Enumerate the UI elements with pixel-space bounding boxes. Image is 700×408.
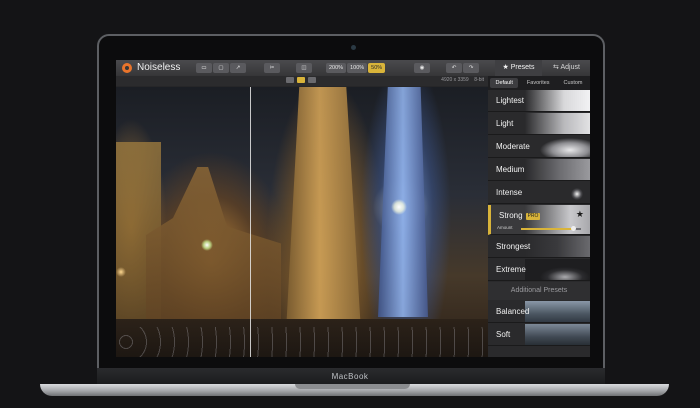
pro-badge: PRO	[525, 213, 541, 220]
preset-thumbnail	[525, 324, 590, 345]
app-window: Noiseless ▭ ▢ ↗ ✂ ◫ 200% 100% 50% ◉ ↶ ↷ …	[116, 60, 590, 357]
preset-label: Lightest	[496, 96, 525, 105]
camera-icon	[351, 45, 356, 50]
image-bit-depth: 8-bit	[474, 77, 484, 83]
image-dimensions: 4920 x 3359	[441, 77, 469, 83]
photo-streetlight	[201, 239, 213, 251]
crop-tool-icon[interactable]: ✂	[264, 63, 280, 73]
preset-thumbnail	[525, 182, 590, 203]
single-view-icon[interactable]	[286, 77, 294, 83]
preset-thumbnail	[525, 159, 590, 180]
device-brand-label: MacBook	[331, 372, 369, 381]
app-logo-icon	[122, 63, 132, 73]
preset-label: Strong PRO	[499, 211, 541, 220]
photo-church	[146, 167, 281, 337]
preset-intense[interactable]: Intense	[488, 182, 590, 204]
preset-category-tabs: Default Favorites Custom	[488, 76, 590, 90]
amount-slider-fill	[521, 228, 574, 230]
zoom-button-group: 200% 100% 50%	[326, 63, 386, 73]
redo-icon[interactable]: ↷	[463, 63, 479, 73]
split-view-icon[interactable]: ◫	[296, 63, 312, 73]
eye-icon[interactable]: ◉	[414, 63, 430, 73]
history-button-group: ↶ ↷	[446, 63, 479, 73]
image-info: 4920 x 3359 8-bit	[441, 77, 484, 83]
preset-label-text: Strong	[499, 211, 523, 220]
preset-soft[interactable]: Soft	[488, 324, 590, 346]
presets-tab[interactable]: ★ Presets	[495, 60, 542, 76]
compare-button-group: ◫	[296, 63, 312, 73]
tab-favorites[interactable]: Favorites	[522, 78, 555, 88]
preset-label: Soft	[496, 330, 511, 339]
zoom-50-button[interactable]: 50%	[368, 63, 386, 73]
additional-presets-header: Additional Presets	[488, 282, 590, 300]
amount-slider-handle[interactable]	[571, 226, 577, 231]
preset-thumbnail	[525, 136, 590, 157]
preset-thumbnail	[525, 259, 590, 280]
amount-label: Amount	[497, 225, 513, 230]
preset-extreme[interactable]: Extreme	[488, 259, 590, 281]
file-button-group: ▭ ▢ ↗	[196, 63, 246, 73]
preset-balanced[interactable]: Balanced	[488, 301, 590, 323]
tools-button-group: ✂	[264, 63, 280, 73]
preset-thumbnail	[525, 236, 590, 257]
photo-tower-main	[286, 87, 361, 332]
presets-panel: Default Favorites Custom Lightest Light …	[488, 76, 590, 357]
side-by-side-view-icon[interactable]	[308, 77, 316, 83]
preset-light[interactable]: Light	[488, 113, 590, 135]
preset-thumbnail	[525, 90, 590, 111]
tab-default[interactable]: Default	[490, 78, 518, 88]
preset-strongest[interactable]: Strongest	[488, 236, 590, 258]
preset-label: Strongest	[496, 242, 531, 251]
preset-label: Intense	[496, 188, 523, 197]
preset-label: Moderate	[496, 142, 530, 151]
laptop-notch	[295, 384, 410, 389]
preset-strong[interactable]: Strong PRO ★ Amount	[488, 205, 590, 235]
preset-thumbnail	[525, 301, 590, 322]
undo-icon[interactable]: ↶	[446, 63, 462, 73]
open-folder-icon[interactable]: ▭	[196, 63, 212, 73]
preset-lightest[interactable]: Lightest	[488, 90, 590, 112]
preset-label: Balanced	[496, 307, 530, 316]
amount-slider-row: Amount	[497, 225, 587, 232]
toolbar: Noiseless ▭ ▢ ↗ ✂ ◫ 200% 100% 50% ◉ ↶ ↷ …	[116, 60, 590, 76]
adjust-tab[interactable]: ⇆ Adjust	[543, 60, 590, 76]
tab-custom[interactable]: Custom	[559, 78, 588, 88]
amount-slider-track[interactable]	[521, 226, 581, 231]
preview-button-group: ◉	[414, 63, 430, 73]
export-icon[interactable]: ↗	[230, 63, 246, 73]
preset-label: Medium	[496, 165, 525, 174]
zoom-100-button[interactable]: 100%	[347, 63, 368, 73]
photo-bicycles	[116, 327, 488, 357]
photo-streetlight	[116, 267, 126, 277]
browse-icon[interactable]: ▢	[213, 63, 229, 73]
photo-streetlight	[391, 199, 407, 215]
preset-moderate[interactable]: Moderate	[488, 136, 590, 158]
photo-canvas[interactable]	[116, 87, 488, 357]
split-view-mode-icon[interactable]	[297, 77, 305, 83]
app-title: Noiseless	[137, 62, 181, 73]
compare-split-handle[interactable]	[250, 87, 251, 357]
favorite-star-icon[interactable]: ★	[576, 209, 584, 220]
preset-label: Light	[496, 119, 514, 128]
preset-thumbnail	[525, 113, 590, 134]
zoom-200-button[interactable]: 200%	[326, 63, 347, 73]
preset-medium[interactable]: Medium	[488, 159, 590, 181]
view-mode-bar: 4920 x 3359 8-bit	[116, 76, 488, 86]
preset-label: Extreme	[496, 265, 526, 274]
